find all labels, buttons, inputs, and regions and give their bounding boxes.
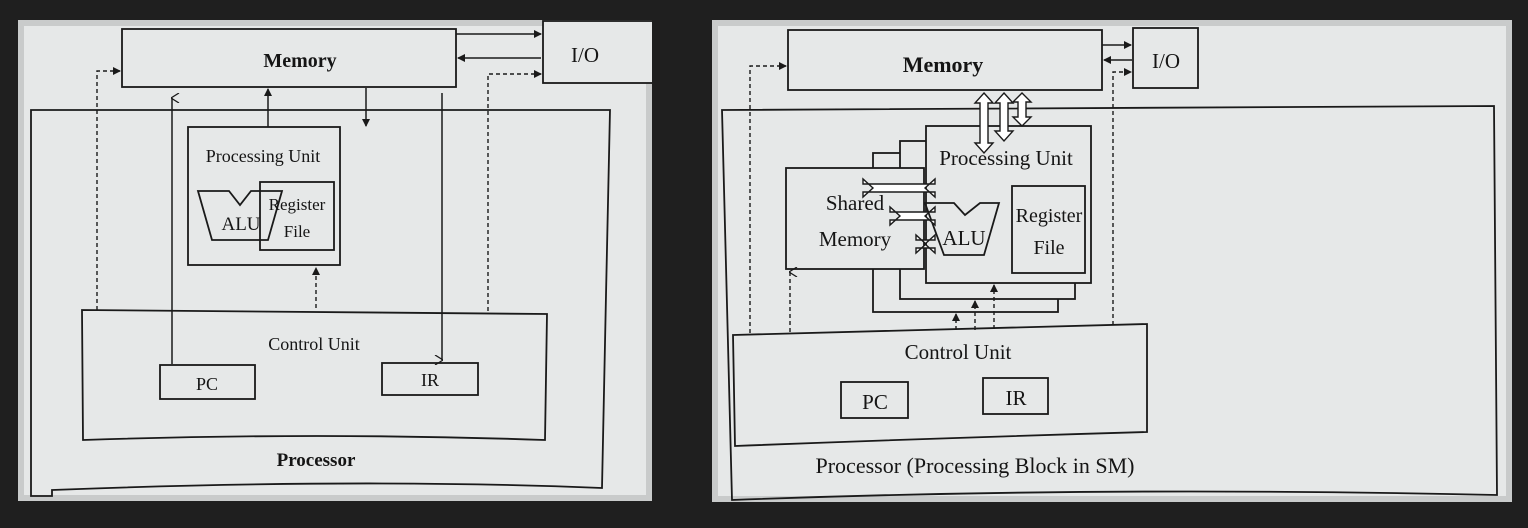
- processor-label: Processor: [277, 450, 356, 471]
- memory-label: Memory: [903, 52, 984, 77]
- control-unit-label: Control Unit: [268, 334, 360, 354]
- processor-label: Processor (Processing Block in SM): [816, 453, 1135, 478]
- memory-label: Memory: [263, 50, 336, 72]
- processor-box: [721, 105, 1498, 501]
- ir-label: IR: [421, 370, 439, 390]
- shared-memory-label-line2: Memory: [819, 227, 892, 251]
- processing-unit-label: Processing Unit: [939, 146, 1073, 170]
- memory-pu-bus-arrow-1: [973, 91, 995, 155]
- io-label: I/O: [571, 43, 599, 67]
- memory-pu-bus-arrow-3: [1011, 92, 1033, 127]
- von-neumann-diagram: Processor Memory I/O Processing Unit ALU…: [30, 20, 652, 497]
- register-file-label-line1: Register: [269, 195, 326, 214]
- von-neumann-diagram-panel: Processor Memory I/O Processing Unit ALU…: [18, 20, 652, 501]
- simd-diagram-panel: Processor (Processing Block in SM) Memor…: [712, 20, 1512, 502]
- control-unit-label: Control Unit: [905, 340, 1012, 364]
- alu-label: ALU: [942, 226, 985, 250]
- processing-unit-label: Processing Unit: [206, 146, 321, 166]
- simd-diagram: Processor (Processing Block in SM) Memor…: [721, 27, 1498, 501]
- memory-pu-bus-arrow-2: [993, 91, 1015, 143]
- register-file-label-line2: File: [1033, 237, 1064, 259]
- register-file-label-line2: File: [284, 222, 310, 241]
- control-to-io-dashed-arrow: [1112, 68, 1132, 325]
- io-label: I/O: [1152, 49, 1180, 73]
- alu-label: ALU: [221, 214, 260, 235]
- pc-label: PC: [196, 374, 218, 394]
- control-to-memory-dashed-arrow: [749, 62, 787, 333]
- control-to-memory-dashed-arrow: [96, 67, 121, 310]
- pc-label: PC: [862, 390, 888, 414]
- ir-label: IR: [1006, 386, 1027, 410]
- register-file-label-line1: Register: [1016, 205, 1083, 227]
- shared-memory-label-line1: Shared: [826, 191, 885, 215]
